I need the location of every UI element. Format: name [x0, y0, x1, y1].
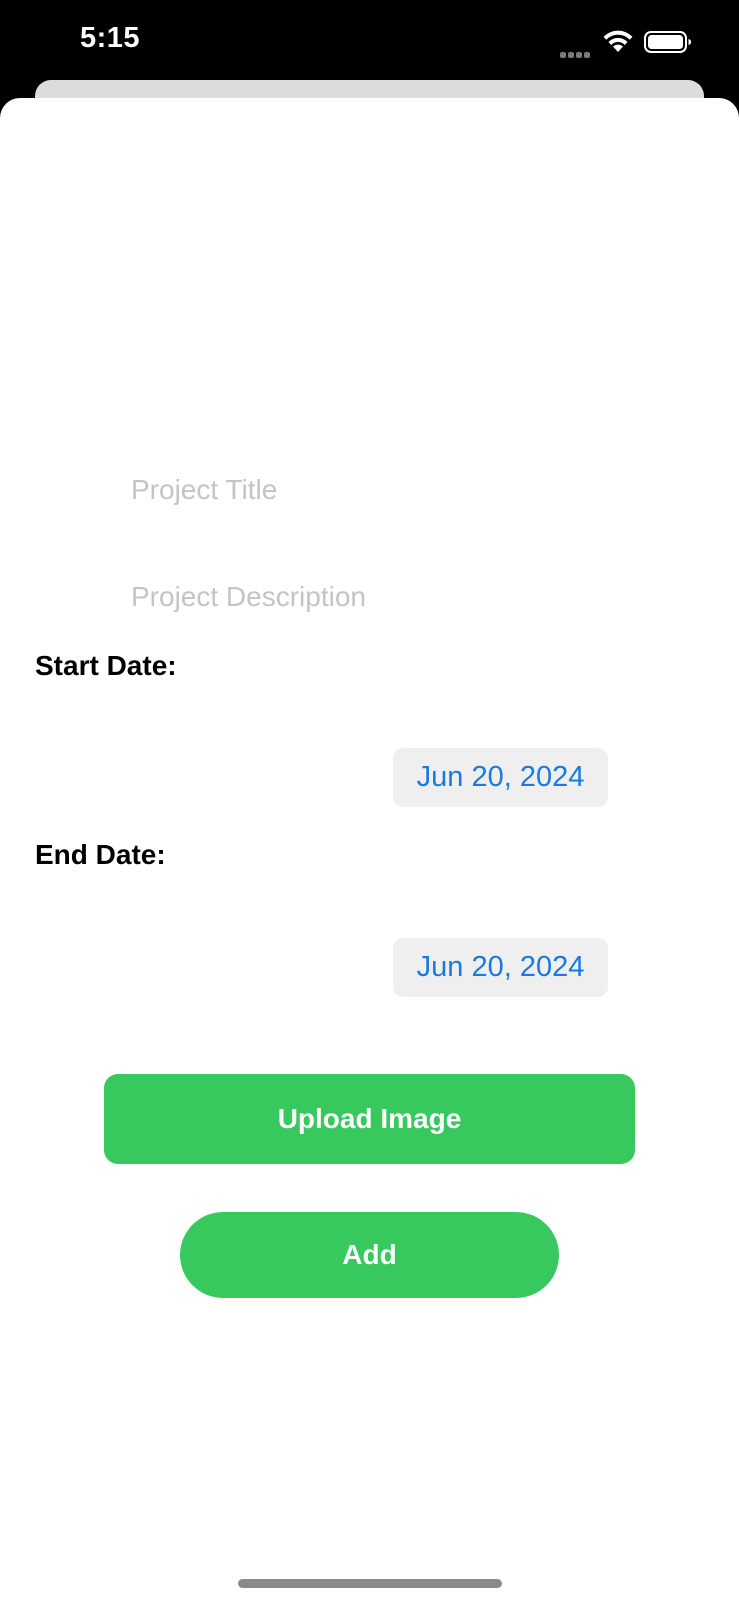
wifi-icon — [603, 30, 633, 52]
cellular-signal-icon — [560, 45, 594, 58]
project-title-input[interactable] — [131, 468, 611, 512]
status-time: 5:15 — [80, 22, 141, 54]
end-date-picker[interactable]: Jun 20, 2024 — [393, 938, 608, 997]
add-project-sheet: Start Date: Jun 20, 2024 End Date: Jun 2… — [0, 98, 739, 1600]
end-date-label: End Date: — [35, 839, 166, 870]
start-date-picker[interactable]: Jun 20, 2024 — [393, 748, 608, 807]
add-button[interactable]: Add — [180, 1212, 559, 1298]
home-indicator — [238, 1579, 502, 1588]
app-screen: 5:15 Start Date: Jun 20, 2024 End Date: … — [0, 0, 739, 1600]
upload-image-button[interactable]: Upload Image — [104, 1074, 635, 1164]
start-date-label: Start Date: — [35, 650, 177, 681]
project-description-input[interactable] — [131, 575, 611, 619]
status-bar: 5:15 — [0, 0, 739, 80]
battery-icon — [644, 31, 691, 53]
